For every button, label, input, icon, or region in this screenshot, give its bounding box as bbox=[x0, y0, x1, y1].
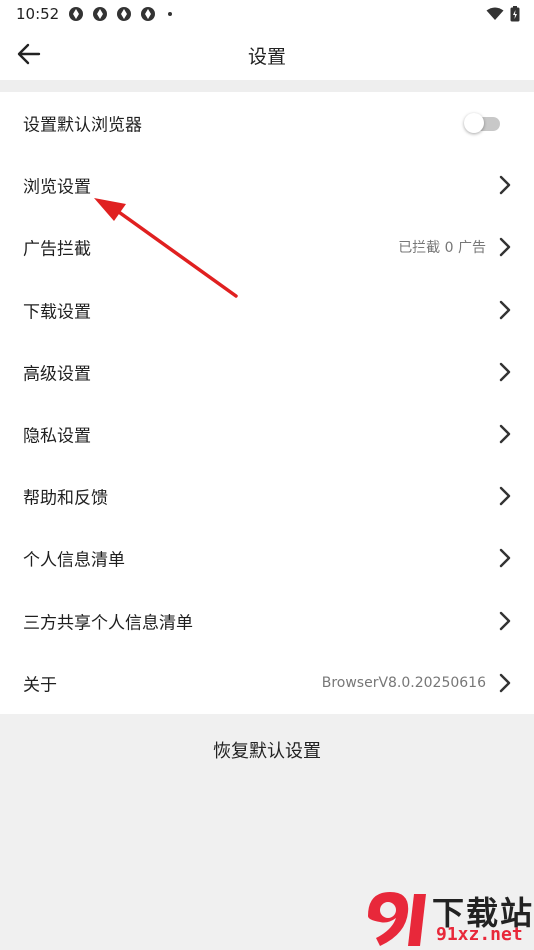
settings-item-browse-settings[interactable]: 浏览设置 bbox=[0, 154, 534, 216]
settings-item-third-party-info-list[interactable]: 三方共享个人信息清单 bbox=[0, 590, 534, 652]
notification-icons bbox=[68, 6, 172, 22]
settings-item-label: 设置默认浏览器 bbox=[23, 115, 142, 136]
app-bar: 设置 bbox=[0, 28, 534, 80]
settings-item-label: 三方共享个人信息清单 bbox=[23, 613, 193, 634]
chevron-right-icon bbox=[499, 176, 511, 195]
toggle-thumb bbox=[464, 113, 484, 134]
battery-icon bbox=[510, 6, 520, 22]
chevron-right-icon bbox=[499, 300, 511, 319]
system-icons bbox=[486, 6, 520, 22]
settings-list: 设置默认浏览器 浏览设置 广告拦截 已拦截 0 广告 下载设置 高级设置 隐私设… bbox=[0, 92, 534, 714]
chevron-right-icon bbox=[499, 362, 511, 382]
settings-item-privacy-settings[interactable]: 隐私设置 bbox=[0, 403, 534, 465]
settings-item-label: 下载设置 bbox=[23, 302, 91, 323]
settings-item-default-browser[interactable]: 设置默认浏览器 bbox=[0, 92, 534, 154]
page-title: 设置 bbox=[247, 46, 286, 68]
status-time: 10:52 bbox=[16, 5, 60, 23]
app-notification-icon bbox=[141, 7, 155, 21]
wifi-icon bbox=[486, 7, 504, 20]
restore-defaults-button[interactable]: 恢复默认设置 bbox=[0, 714, 534, 790]
settings-item-advanced-settings[interactable]: 高级设置 bbox=[0, 341, 534, 403]
settings-item-label: 高级设置 bbox=[23, 364, 91, 385]
chevron-right-icon bbox=[499, 487, 511, 506]
settings-item-label: 隐私设置 bbox=[23, 426, 91, 447]
app-notification-icon bbox=[93, 7, 107, 21]
settings-item-label: 帮助和反馈 bbox=[23, 488, 108, 509]
watermark-logo-icon bbox=[368, 892, 426, 946]
app-notification-icon bbox=[117, 7, 131, 21]
settings-item-ad-block[interactable]: 广告拦截 已拦截 0 广告 bbox=[0, 216, 534, 278]
app-notification-icon bbox=[69, 7, 83, 21]
settings-item-personal-info-list[interactable]: 个人信息清单 bbox=[0, 527, 534, 589]
settings-item-label: 浏览设置 bbox=[23, 177, 91, 198]
section-gap bbox=[0, 80, 534, 92]
default-browser-toggle[interactable] bbox=[464, 113, 500, 134]
settings-item-label: 广告拦截 bbox=[23, 239, 91, 260]
chevron-right-icon bbox=[499, 424, 511, 444]
settings-item-about[interactable]: 关于 BrowserV8.0.20250616 bbox=[0, 652, 534, 714]
chevron-right-icon bbox=[499, 238, 511, 257]
chevron-right-icon bbox=[499, 549, 511, 568]
chevron-right-icon bbox=[499, 611, 511, 630]
app-version: BrowserV8.0.20250616 bbox=[321, 674, 486, 691]
settings-item-label: 个人信息清单 bbox=[23, 550, 125, 571]
settings-item-help-feedback[interactable]: 帮助和反馈 bbox=[0, 465, 534, 527]
chevron-right-icon bbox=[499, 673, 511, 692]
watermark-url: 91xz.net bbox=[436, 924, 523, 945]
settings-item-label: 关于 bbox=[23, 675, 57, 696]
watermark: 下载站 91xz.net bbox=[358, 880, 534, 950]
settings-item-download-settings[interactable]: 下载设置 bbox=[0, 279, 534, 341]
status-bar: 10:52 bbox=[0, 0, 534, 28]
more-notifications-icon bbox=[168, 12, 172, 16]
ad-block-count: 已拦截 0 广告 bbox=[398, 240, 486, 257]
